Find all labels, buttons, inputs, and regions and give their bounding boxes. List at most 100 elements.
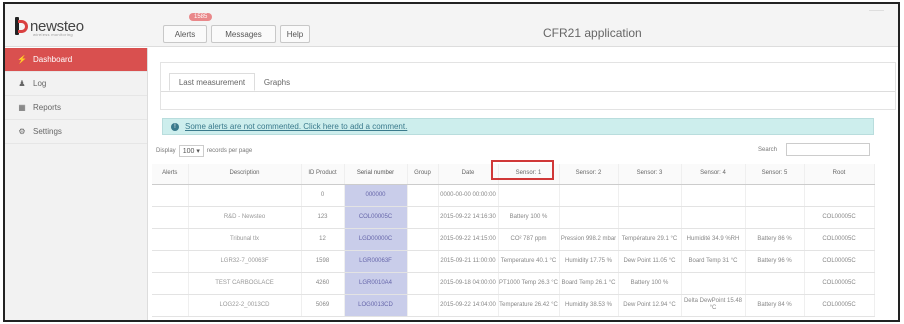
table-cell: COL00005C [804,228,875,251]
table-cell: TEST CARBOGLACE [188,272,302,295]
table-cell [407,184,439,207]
table-row[interactable]: 0 000000 0000-00-00 00:00:00 [152,184,875,207]
column-header[interactable]: Group [407,164,439,185]
table-cell: 2015-09-22 14:15:00 [438,228,499,251]
table-cell: COL00005C [804,206,875,229]
tab-divider [161,91,895,92]
table-row[interactable]: R&D - Newsteo 123 COL00005C 2015-09-22 14:1… [152,206,875,229]
sidebar-item-label: Settings [33,127,62,136]
logo-mark-icon [15,17,28,35]
sidebar-item-label: Reports [33,103,62,112]
table-cell [407,272,439,295]
table-cell: 0 [301,184,345,207]
column-header[interactable]: Root [804,164,875,185]
alerts-button[interactable]: Alerts [163,25,207,43]
column-header[interactable]: Description [188,164,302,185]
table-cell: 1598 [301,250,345,273]
table-cell: Battery 96 % [745,250,805,273]
table-cell: 5069 [301,294,345,317]
sidebar: ⚡ Dashboard ♟ Log ▦ Reports ⚙ Settings [5,48,148,320]
alerts-label: Alerts [174,29,196,39]
table-cell: Dew Point 11.05 °C [618,250,682,273]
column-header[interactable]: Sensor: 2 [559,164,619,185]
table-header-row: Alerts Description ID Product Serial num… [152,164,875,185]
table-cell [745,184,805,207]
table-cell [804,184,875,207]
search-input[interactable] [786,143,870,156]
table-cell: LGR32-7_00063F [188,250,302,273]
tab-graphs[interactable]: Graphs [257,73,297,91]
table-cell: COL00005C [804,250,875,273]
sidebar-item-settings[interactable]: ⚙ Settings [5,120,147,144]
table-row[interactable]: LOG22-2_0013CD 5069 LOG0013CD 2015-09-22 14… [152,294,875,317]
sidebar-item-dashboard[interactable]: ⚡ Dashboard [5,48,147,72]
table-row[interactable]: TEST CARBOGLACE 4260 LGR0010A4 2015-09-18 0… [152,272,875,295]
page-size-control: Display 100 ▾ records per page [156,145,252,157]
messages-label: Messages [225,29,262,39]
table-cell: 2015-09-18 04:00:00 [438,272,499,295]
alerts-count-badge: 1585 [189,13,213,21]
page-size-select[interactable]: 100 ▾ [178,145,204,157]
column-header[interactable]: Date [438,164,499,185]
table-cell: LOG0013CD [344,294,408,317]
table-cell: 2015-09-22 14:04:00 [438,294,499,317]
table-cell [618,184,682,207]
search-label: Search [758,147,778,153]
info-icon: ! [171,122,179,131]
table-cell [152,250,189,273]
table-cell: Delta DewPoint 15.48 °C [681,294,746,317]
messages-button[interactable]: Messages [211,25,276,43]
table-cell [498,184,560,207]
table-cell: COL00005C [804,272,875,295]
brand-tagline: wireless monitoring [33,32,73,37]
table-cell: COL00005C [344,206,408,229]
sidebar-item-reports[interactable]: ▦ Reports [5,96,147,120]
column-header[interactable]: Sensor: 1 [498,164,560,185]
table-cell: CO² 787 ppm [498,228,560,251]
tabs-panel: Last measurement Graphs [160,62,896,110]
column-header[interactable]: Sensor: 5 [745,164,805,185]
column-header[interactable]: Sensor: 3 [618,164,682,185]
table-cell: Temperature 26.42 °C [498,294,560,317]
table-cell: Pression 998.2 mbar [559,228,619,251]
dashboard-icon: ⚡ [17,55,27,64]
sidebar-item-log[interactable]: ♟ Log [5,72,147,96]
user-icon: ♟ [18,79,26,88]
measurements-table: Alerts Description ID Product Serial num… [152,164,875,317]
table-cell [188,184,302,207]
tab-label: Graphs [263,77,291,87]
column-header[interactable]: ID Product [301,164,345,185]
table-cell: 000000 [344,184,408,207]
table-row[interactable]: LGR32-7_00063F 1598 LGR00063F 2015-09-21 11… [152,250,875,273]
brand-logo[interactable]: newsteo wireless monitoring [15,14,151,38]
table-cell [681,272,746,295]
table-cell [407,294,439,317]
table-cell: LGR00063F [344,250,408,273]
table-cell: Humidity 17.75 % [559,250,619,273]
table-cell [559,184,619,207]
table-cell [559,206,619,229]
table-cell: PT1000 Temp 26.3 °C [498,272,560,295]
table-cell [152,294,189,317]
user-info[interactable]: ——— [869,8,884,14]
table-cell: 2015-09-21 11:00:00 [438,250,499,273]
table-cell [681,184,746,207]
column-header-serial-number[interactable]: Serial number [344,164,408,185]
table-cell: 4260 [301,272,345,295]
column-header[interactable]: Sensor: 4 [681,164,746,185]
main-content: Last measurement Graphs ! Some alerts ar… [152,48,898,320]
table-cell: COL00005C [804,294,875,317]
table-cell: 12 [301,228,345,251]
table-cell: Humidity 38.53 % [559,294,619,317]
help-button[interactable]: Help [280,25,310,43]
sidebar-item-label: Dashboard [33,55,73,64]
table-cell [745,272,805,295]
table-cell: 123 [301,206,345,229]
add-comment-link[interactable]: Some alerts are not commented. Click her… [185,122,407,131]
table-cell [407,228,439,251]
display-label: Display [156,148,176,154]
table-cell [407,206,439,229]
table-row[interactable]: Tribunal tlx 12 LGD00000C 2015-09-22 14:15:… [152,228,875,251]
tab-last-measurement[interactable]: Last measurement [169,73,255,91]
column-header[interactable]: Alerts [152,164,189,185]
